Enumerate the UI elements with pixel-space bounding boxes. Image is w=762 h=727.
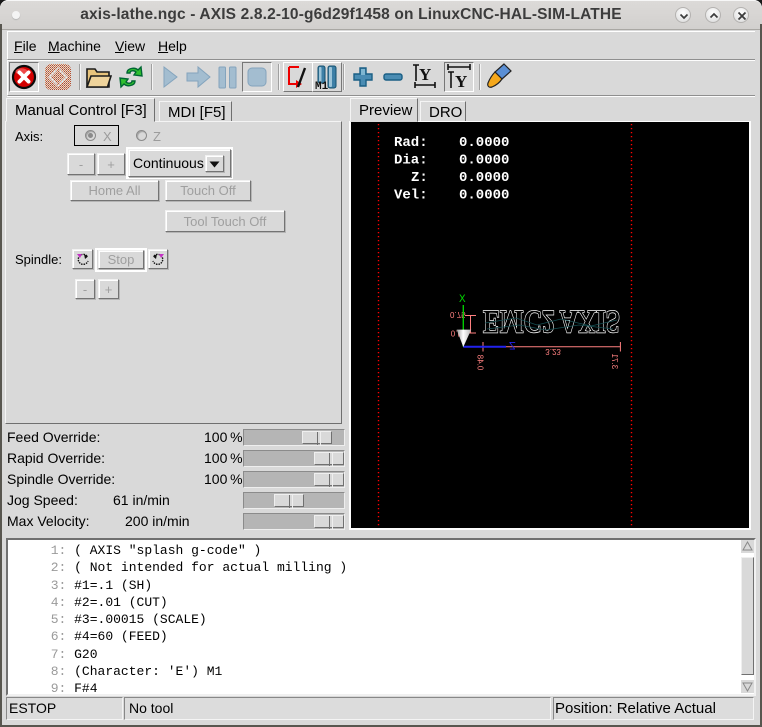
svg-text:M1: M1 bbox=[315, 81, 329, 90]
svg-text:Rad:: Rad: bbox=[394, 135, 428, 151]
svg-text:Vel:: Vel: bbox=[394, 188, 428, 204]
svg-text:0.0000: 0.0000 bbox=[459, 188, 509, 204]
svg-text:EMC2 AXIS: EMC2 AXIS bbox=[483, 303, 620, 339]
svg-text:Z:: Z: bbox=[411, 170, 428, 186]
svg-text:Dia:: Dia: bbox=[394, 153, 428, 169]
svg-text:0.48: 0.48 bbox=[476, 354, 485, 370]
svg-text:0.0000: 0.0000 bbox=[459, 135, 509, 151]
svg-text:0.0000: 0.0000 bbox=[459, 170, 509, 186]
svg-text:Z: Z bbox=[509, 338, 516, 350]
svg-text:Y: Y bbox=[419, 65, 431, 84]
svg-text:Y: Y bbox=[455, 72, 467, 91]
svg-text:X: X bbox=[459, 294, 466, 306]
svg-text:0.0000: 0.0000 bbox=[459, 153, 509, 169]
svg-text:3.23: 3.23 bbox=[545, 347, 561, 356]
svg-text:3.71: 3.71 bbox=[610, 353, 619, 369]
